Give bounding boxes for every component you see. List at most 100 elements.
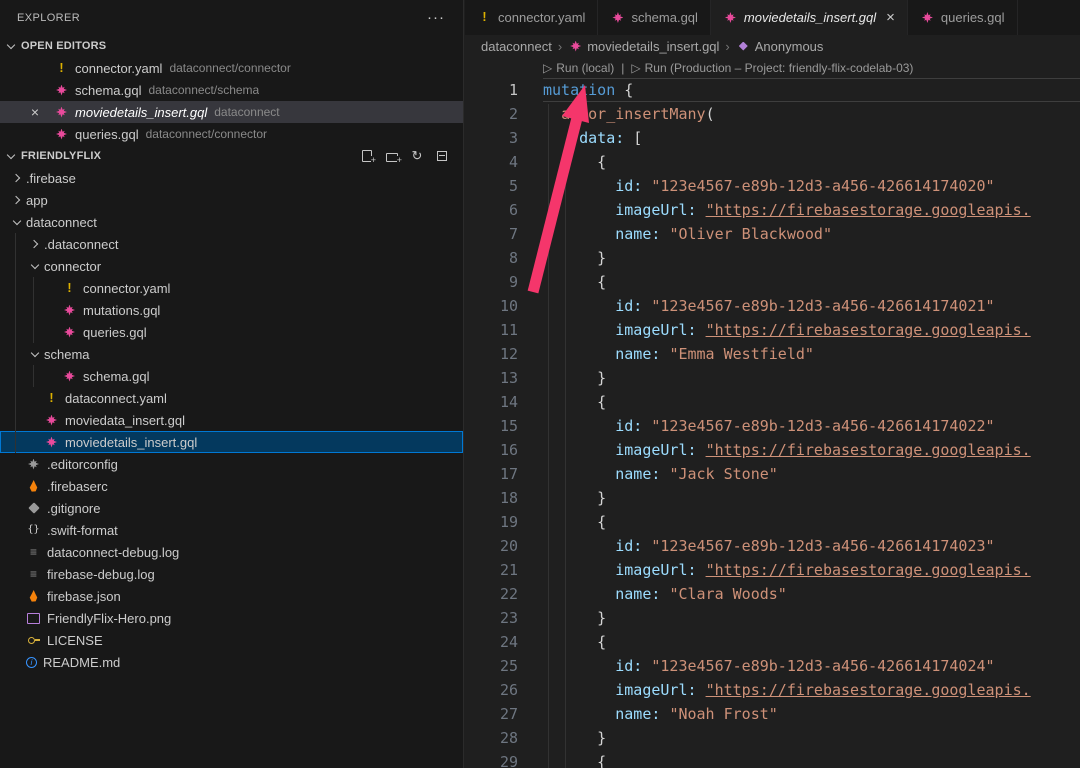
- tree-item-firebaserc[interactable]: .firebaserc: [0, 475, 463, 497]
- tree-item-dataconnect[interactable]: .dataconnect: [0, 233, 463, 255]
- close-icon[interactable]: ×: [886, 9, 895, 26]
- gitignore-icon: [26, 501, 41, 516]
- graphql-file-icon: [62, 303, 77, 318]
- tab-moviedetails-insert-gql[interactable]: moviedetails_insert.gql ×: [711, 0, 908, 35]
- line-number: 21: [465, 558, 543, 582]
- explorer-actions: ↻: [353, 145, 453, 167]
- line-number: 23: [465, 606, 543, 630]
- tab-label: connector.yaml: [498, 10, 585, 25]
- collapse-folders-button[interactable]: [431, 145, 453, 167]
- code-line-10[interactable]: 10 id: "123e4567-e89b-12d3-a456-42661417…: [465, 294, 1080, 318]
- code-line-29[interactable]: 29 {: [465, 750, 1080, 768]
- code-line-11[interactable]: 11 imageUrl: "https://firebasestorage.go…: [465, 318, 1080, 342]
- line-number: 16: [465, 438, 543, 462]
- breadcrumb-item-anonymous[interactable]: Anonymous: [736, 39, 824, 54]
- code-line-6[interactable]: 6 imageUrl: "https://firebasestorage.goo…: [465, 198, 1080, 222]
- breadcrumb-item-dataconnect[interactable]: dataconnect: [481, 39, 552, 54]
- code-editor[interactable]: 1mutation {2 actor_insertMany(3 data: [4…: [465, 78, 1080, 768]
- tree-item-friendlyflix-hero-png[interactable]: FriendlyFlix-Hero.png: [0, 607, 463, 629]
- open-editor-item-queries-gql[interactable]: queries.gqldataconnect/connector: [0, 123, 463, 145]
- code-token: "https://firebasestorage.googleapis.: [706, 441, 1031, 459]
- line-number: 24: [465, 630, 543, 654]
- new-folder-button[interactable]: [381, 145, 403, 167]
- tree-item-connector-yaml[interactable]: !connector.yaml: [0, 277, 463, 299]
- code-line-17[interactable]: 17 name: "Jack Stone": [465, 462, 1080, 486]
- code-line-21[interactable]: 21 imageUrl: "https://firebasestorage.go…: [465, 558, 1080, 582]
- open-editors-section-header[interactable]: OPEN EDITORS: [0, 35, 463, 57]
- line-number: 4: [465, 150, 543, 174]
- workspace-section-header[interactable]: FRIENDLYFLIX ↻: [0, 145, 463, 167]
- refresh-explorer-button[interactable]: ↻: [406, 145, 428, 167]
- tree-item-mutations-gql[interactable]: mutations.gql: [0, 299, 463, 321]
- tree-item-moviedetails-insert-gql[interactable]: moviedetails_insert.gql: [0, 431, 463, 453]
- open-editor-item-connector-yaml[interactable]: !connector.yamldataconnect/connector: [0, 57, 463, 79]
- tree-item-dataconnect[interactable]: dataconnect: [0, 211, 463, 233]
- code-token: [543, 225, 615, 243]
- open-editor-item-schema-gql[interactable]: schema.gqldataconnect/schema: [0, 79, 463, 101]
- line-number: 8: [465, 246, 543, 270]
- tree-item-schema-gql[interactable]: schema.gql: [0, 365, 463, 387]
- code-line-12[interactable]: 12 name: "Emma Westfield": [465, 342, 1080, 366]
- code-line-4[interactable]: 4 {: [465, 150, 1080, 174]
- more-actions-button[interactable]: ···: [427, 13, 445, 23]
- tree-item-dataconnect-debug-log[interactable]: ≡dataconnect-debug.log: [0, 541, 463, 563]
- tree-item-dataconnect-yaml[interactable]: !dataconnect.yaml: [0, 387, 463, 409]
- open-editor-item-moviedetails-insert-gql[interactable]: ×moviedetails_insert.gqldataconnect: [0, 101, 463, 123]
- tree-item-firebase-debug-log[interactable]: ≡firebase-debug.log: [0, 563, 463, 585]
- code-token: [543, 177, 615, 195]
- line-number: 22: [465, 582, 543, 606]
- tree-item-label: mutations.gql: [83, 303, 160, 318]
- tree-item-moviedata-insert-gql[interactable]: moviedata_insert.gql: [0, 409, 463, 431]
- breadcrumb-item-moviedetails-insert-gql[interactable]: moviedetails_insert.gql: [568, 39, 719, 54]
- code-line-25[interactable]: 25 id: "123e4567-e89b-12d3-a456-42661417…: [465, 654, 1080, 678]
- line-number: 3: [465, 126, 543, 150]
- tree-item-queries-gql[interactable]: queries.gql: [0, 321, 463, 343]
- code-line-15[interactable]: 15 id: "123e4567-e89b-12d3-a456-42661417…: [465, 414, 1080, 438]
- tree-item-gitignore[interactable]: .gitignore: [0, 497, 463, 519]
- tree-item-editorconfig[interactable]: .editorconfig: [0, 453, 463, 475]
- line-content: id: "123e4567-e89b-12d3-a456-42661417402…: [543, 174, 1080, 198]
- code-line-1[interactable]: 1mutation {: [465, 78, 1080, 102]
- tree-item-connector[interactable]: connector: [0, 255, 463, 277]
- run-local-link[interactable]: ▷Run (local): [543, 61, 614, 75]
- file-tree: .firebase app dataconnect.dataconnectconne…: [0, 167, 463, 673]
- code-line-28[interactable]: 28 }: [465, 726, 1080, 750]
- tree-item-firebase[interactable]: .firebase: [0, 167, 463, 189]
- code-line-26[interactable]: 26 imageUrl: "https://firebasestorage.go…: [465, 678, 1080, 702]
- tree-item-firebase-json[interactable]: firebase.json: [0, 585, 463, 607]
- code-line-3[interactable]: 3 data: [: [465, 126, 1080, 150]
- code-line-27[interactable]: 27 name: "Noah Frost": [465, 702, 1080, 726]
- indent-guide: [15, 233, 16, 453]
- line-number: 13: [465, 366, 543, 390]
- close-icon[interactable]: ×: [26, 101, 44, 123]
- code-line-7[interactable]: 7 name: "Oliver Blackwood": [465, 222, 1080, 246]
- code-line-9[interactable]: 9 {: [465, 270, 1080, 294]
- code-line-13[interactable]: 13 }: [465, 366, 1080, 390]
- code-line-2[interactable]: 2 actor_insertMany(: [465, 102, 1080, 126]
- tab-connector-yaml[interactable]: !connector.yaml: [465, 0, 598, 35]
- tab-queries-gql[interactable]: queries.gql: [908, 0, 1018, 35]
- run-production-link[interactable]: ▷Run (Production – Project: friendly-fli…: [631, 61, 913, 75]
- tab-label: moviedetails_insert.gql: [744, 10, 876, 25]
- tree-item-app[interactable]: app: [0, 189, 463, 211]
- gear-icon: [26, 457, 41, 472]
- tree-item-schema[interactable]: schema: [0, 343, 463, 365]
- tab-schema-gql[interactable]: schema.gql: [598, 0, 710, 35]
- code-line-5[interactable]: 5 id: "123e4567-e89b-12d3-a456-426614174…: [465, 174, 1080, 198]
- new-file-button[interactable]: [356, 145, 378, 167]
- tree-item-readme-md[interactable]: iREADME.md: [0, 651, 463, 673]
- code-line-16[interactable]: 16 imageUrl: "https://firebasestorage.go…: [465, 438, 1080, 462]
- code-token: "Jack Stone": [669, 465, 777, 483]
- code-line-19[interactable]: 19 {: [465, 510, 1080, 534]
- code-line-20[interactable]: 20 id: "123e4567-e89b-12d3-a456-42661417…: [465, 534, 1080, 558]
- code-line-22[interactable]: 22 name: "Clara Woods": [465, 582, 1080, 606]
- line-number: 18: [465, 486, 543, 510]
- code-line-24[interactable]: 24 {: [465, 630, 1080, 654]
- code-line-8[interactable]: 8 }: [465, 246, 1080, 270]
- tree-item-swift-format[interactable]: {}.swift-format: [0, 519, 463, 541]
- code-line-14[interactable]: 14 {: [465, 390, 1080, 414]
- tree-item-label: app: [26, 193, 48, 208]
- tree-item-license[interactable]: LICENSE: [0, 629, 463, 651]
- code-line-23[interactable]: 23 }: [465, 606, 1080, 630]
- code-line-18[interactable]: 18 }: [465, 486, 1080, 510]
